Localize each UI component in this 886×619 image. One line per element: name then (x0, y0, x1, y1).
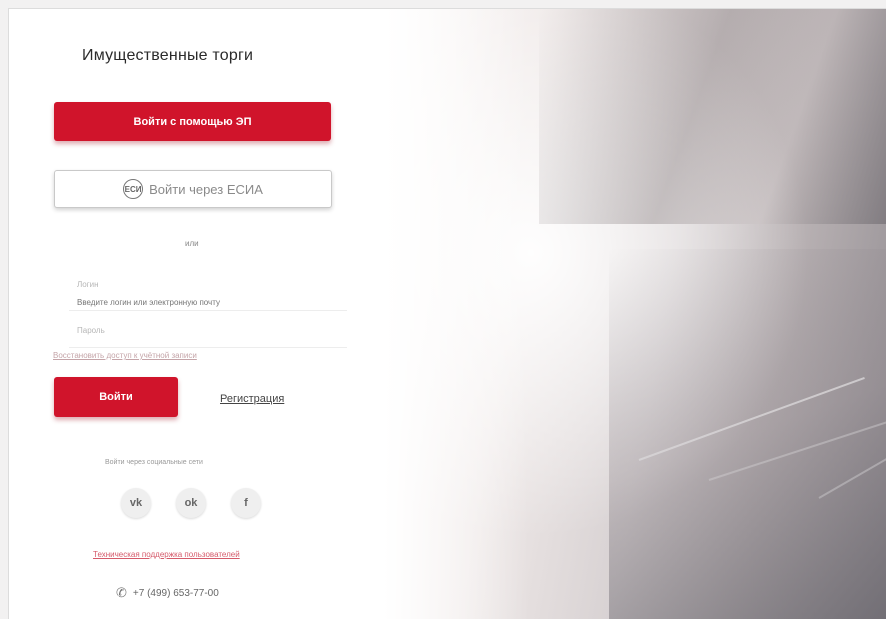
login-label: Логин (77, 280, 99, 289)
register-link[interactable]: Регистрация (220, 393, 284, 405)
password-label: Пароль (77, 326, 105, 335)
login-button[interactable]: Войти (54, 377, 178, 417)
social-caption: Войти через социальные сети (105, 459, 203, 466)
login-panel: Имущественные торги Войти с помощью ЭП Е… (9, 9, 354, 619)
login-page: Имущественные торги Войти с помощью ЭП Е… (8, 8, 886, 619)
phone-icon: ✆ (116, 585, 127, 600)
esia-icon: ЕСИ (123, 179, 144, 199)
facebook-icon[interactable]: f (231, 488, 261, 518)
support-phone: ✆ +7 (499) 653-77-00 (116, 585, 219, 601)
divider-or: или (185, 239, 199, 248)
login-esia-label: Войти через ЕСИА (149, 181, 263, 197)
vk-icon[interactable]: vk (121, 488, 151, 518)
login-esia-button[interactable]: ЕСИ Войти через ЕСИА (54, 170, 332, 208)
support-link[interactable]: Техническая поддержка пользователей (93, 550, 240, 559)
phone-number: +7 (499) 653-77-00 (132, 587, 219, 599)
login-ep-button[interactable]: Войти с помощью ЭП (54, 102, 331, 141)
forgot-password-link[interactable]: Восстановить доступ к учётной записи (53, 351, 197, 360)
login-input[interactable] (69, 294, 347, 311)
odnoklassniki-icon[interactable]: ok (176, 488, 206, 518)
password-input[interactable] (69, 335, 347, 348)
page-title: Имущественные торги (82, 47, 254, 64)
